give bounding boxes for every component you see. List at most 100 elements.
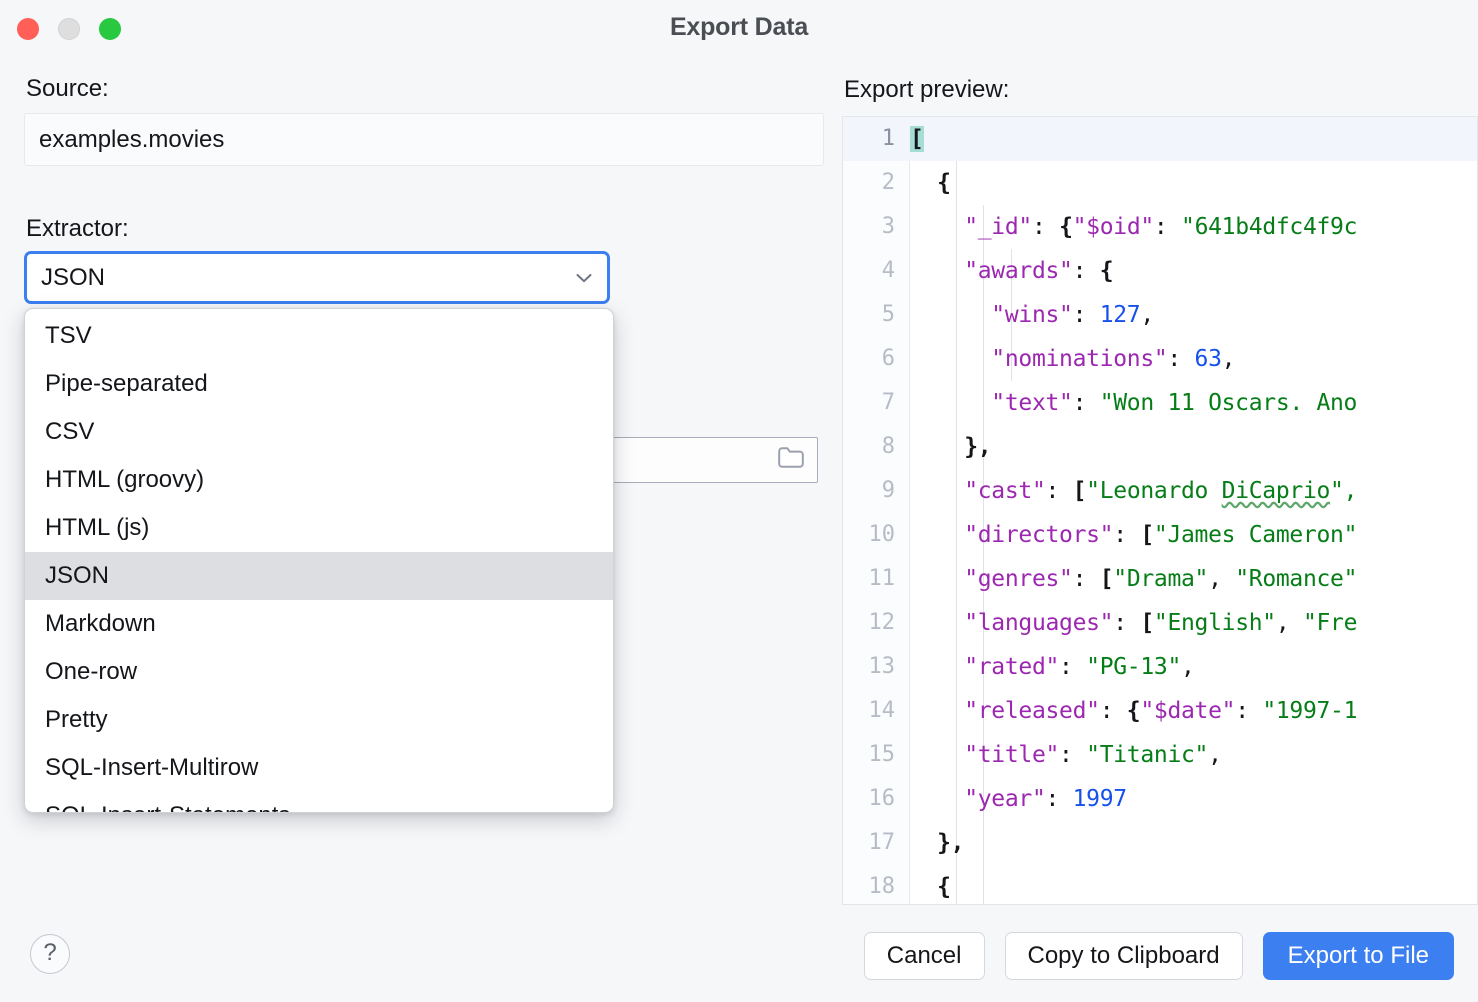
code-token: [ bbox=[1073, 478, 1087, 504]
code-token bbox=[910, 522, 964, 548]
dropdown-option-tsv[interactable]: TSV bbox=[25, 312, 613, 360]
dropdown-option-sql-insert-statements[interactable]: SQL-Insert-Statements bbox=[25, 792, 613, 813]
code-token: "title" bbox=[964, 742, 1059, 768]
extractor-label: Extractor: bbox=[26, 215, 129, 243]
code-line: 13 "rated": "PG-13", bbox=[843, 645, 1477, 689]
code-line-text: "text": "Won 11 Oscars. Ano bbox=[910, 381, 1357, 425]
code-token: : bbox=[1073, 258, 1100, 284]
code-token: [ bbox=[1100, 566, 1114, 592]
dropdown-option-sql-insert-multirow[interactable]: SQL-Insert-Multirow bbox=[25, 744, 613, 792]
code-token bbox=[910, 478, 964, 504]
code-line-text: }, bbox=[910, 821, 964, 865]
folder-icon[interactable] bbox=[778, 447, 804, 473]
dropdown-option-label: Markdown bbox=[45, 610, 156, 638]
code-token: "released" bbox=[964, 698, 1099, 724]
dropdown-option-html-js[interactable]: HTML (js) bbox=[25, 504, 613, 552]
line-number: 5 bbox=[843, 293, 895, 337]
dropdown-option-label: SQL-Insert-Multirow bbox=[45, 754, 258, 782]
code-token: "languages" bbox=[964, 610, 1113, 636]
code-token: "Romance" bbox=[1235, 566, 1357, 592]
code-line-text: "cast": ["Leonardo DiCaprio", bbox=[910, 469, 1357, 513]
code-token: ", bbox=[1330, 478, 1357, 504]
code-token bbox=[910, 698, 964, 724]
code-token: 127 bbox=[1100, 302, 1141, 328]
code-token: : bbox=[1113, 522, 1140, 548]
code-token: : bbox=[1046, 478, 1073, 504]
code-token: "Leonardo bbox=[1086, 478, 1221, 504]
code-token: : bbox=[1059, 742, 1086, 768]
code-token: "$date" bbox=[1140, 698, 1235, 724]
dropdown-option-pipe-separated[interactable]: Pipe-separated bbox=[25, 360, 613, 408]
preview-section: Export preview: 1[2 {3 "_id": {"$oid": "… bbox=[842, 76, 1478, 905]
code-line: 10 "directors": ["James Cameron" bbox=[843, 513, 1477, 557]
code-line: 15 "title": "Titanic", bbox=[843, 733, 1477, 777]
export-preview-editor[interactable]: 1[2 {3 "_id": {"$oid": "641b4dfc4f9c4 "a… bbox=[842, 116, 1478, 905]
line-number: 11 bbox=[843, 557, 895, 601]
help-button[interactable]: ? bbox=[30, 934, 70, 974]
dropdown-option-csv[interactable]: CSV bbox=[25, 408, 613, 456]
extractor-dropdown-list[interactable]: TSV Pipe-separated CSV HTML (groovy) HTML (j… bbox=[24, 308, 614, 813]
code-token: : bbox=[1113, 610, 1140, 636]
code-line-text: "_id": {"$oid": "641b4dfc4f9c bbox=[910, 205, 1357, 249]
help-label: ? bbox=[43, 941, 56, 965]
code-line-text: { bbox=[910, 865, 951, 905]
dropdown-option-label: Pipe-separated bbox=[45, 370, 208, 398]
code-token: 1997 bbox=[1073, 786, 1127, 812]
code-token: "Titanic" bbox=[1086, 742, 1208, 768]
code-line-text: "directors": ["James Cameron" bbox=[910, 513, 1357, 557]
dropdown-option-json[interactable]: JSON bbox=[25, 552, 613, 600]
dropdown-option-pretty[interactable]: Pretty bbox=[25, 696, 613, 744]
code-token bbox=[910, 786, 964, 812]
code-token: { bbox=[1100, 258, 1114, 284]
code-line-text: "languages": ["English", "Fre bbox=[910, 601, 1357, 645]
code-line-text: "genres": ["Drama", "Romance" bbox=[910, 557, 1357, 601]
line-number: 2 bbox=[843, 161, 895, 205]
line-number: 15 bbox=[843, 733, 895, 777]
code-token: { bbox=[910, 874, 951, 900]
code-line-text: "awards": { bbox=[910, 249, 1113, 293]
dropdown-option-one-row[interactable]: One-row bbox=[25, 648, 613, 696]
code-token: : bbox=[1073, 566, 1100, 592]
dropdown-option-html-groovy[interactable]: HTML (groovy) bbox=[25, 456, 613, 504]
export-to-file-button[interactable]: Export to File bbox=[1263, 932, 1454, 980]
code-token: : bbox=[1032, 214, 1059, 240]
code-token bbox=[910, 214, 964, 240]
code-line: 5 "wins": 127, bbox=[843, 293, 1477, 337]
code-line: 1[ bbox=[843, 117, 1477, 161]
code-token: "directors" bbox=[964, 522, 1113, 548]
code-line-text: [ bbox=[910, 117, 924, 161]
code-line-text: "wins": 127, bbox=[910, 293, 1154, 337]
chevron-down-icon[interactable] bbox=[573, 267, 595, 289]
cancel-button[interactable]: Cancel bbox=[864, 932, 985, 980]
code-token: "641b4dfc4f9c bbox=[1181, 214, 1357, 240]
code-token: "_id" bbox=[964, 214, 1032, 240]
source-input[interactable]: examples.movies bbox=[24, 113, 824, 166]
code-token: : bbox=[1046, 786, 1073, 812]
code-token: }, bbox=[910, 830, 964, 856]
code-token: DiCaprio bbox=[1222, 478, 1330, 504]
dropdown-option-label: HTML (groovy) bbox=[45, 466, 204, 494]
title-bar: Export Data bbox=[0, 0, 1478, 56]
code-line: 3 "_id": {"$oid": "641b4dfc4f9c bbox=[843, 205, 1477, 249]
code-token: "year" bbox=[964, 786, 1045, 812]
line-number: 1 bbox=[843, 117, 895, 161]
current-line-highlight bbox=[843, 117, 1478, 161]
code-token bbox=[910, 346, 991, 372]
copy-to-clipboard-button[interactable]: Copy to Clipboard bbox=[1005, 932, 1243, 980]
code-token: "Won 11 Oscars. Ano bbox=[1100, 390, 1357, 416]
code-token: 63 bbox=[1195, 346, 1222, 372]
code-token: "1997-1 bbox=[1262, 698, 1357, 724]
code-token bbox=[910, 258, 964, 284]
dropdown-option-markdown[interactable]: Markdown bbox=[25, 600, 613, 648]
code-line: 12 "languages": ["English", "Fre bbox=[843, 601, 1477, 645]
code-line: 11 "genres": ["Drama", "Romance" bbox=[843, 557, 1477, 601]
code-token: "PG-13" bbox=[1086, 654, 1181, 680]
extractor-combobox[interactable]: JSON bbox=[24, 251, 610, 304]
code-token: [ bbox=[1140, 522, 1154, 548]
code-line-text: "nominations": 63, bbox=[910, 337, 1235, 381]
code-lines-container: 1[2 {3 "_id": {"$oid": "641b4dfc4f9c4 "a… bbox=[843, 117, 1477, 905]
code-token: "text" bbox=[991, 390, 1072, 416]
code-token bbox=[910, 654, 964, 680]
line-number: 10 bbox=[843, 513, 895, 557]
code-token: : bbox=[1235, 698, 1262, 724]
